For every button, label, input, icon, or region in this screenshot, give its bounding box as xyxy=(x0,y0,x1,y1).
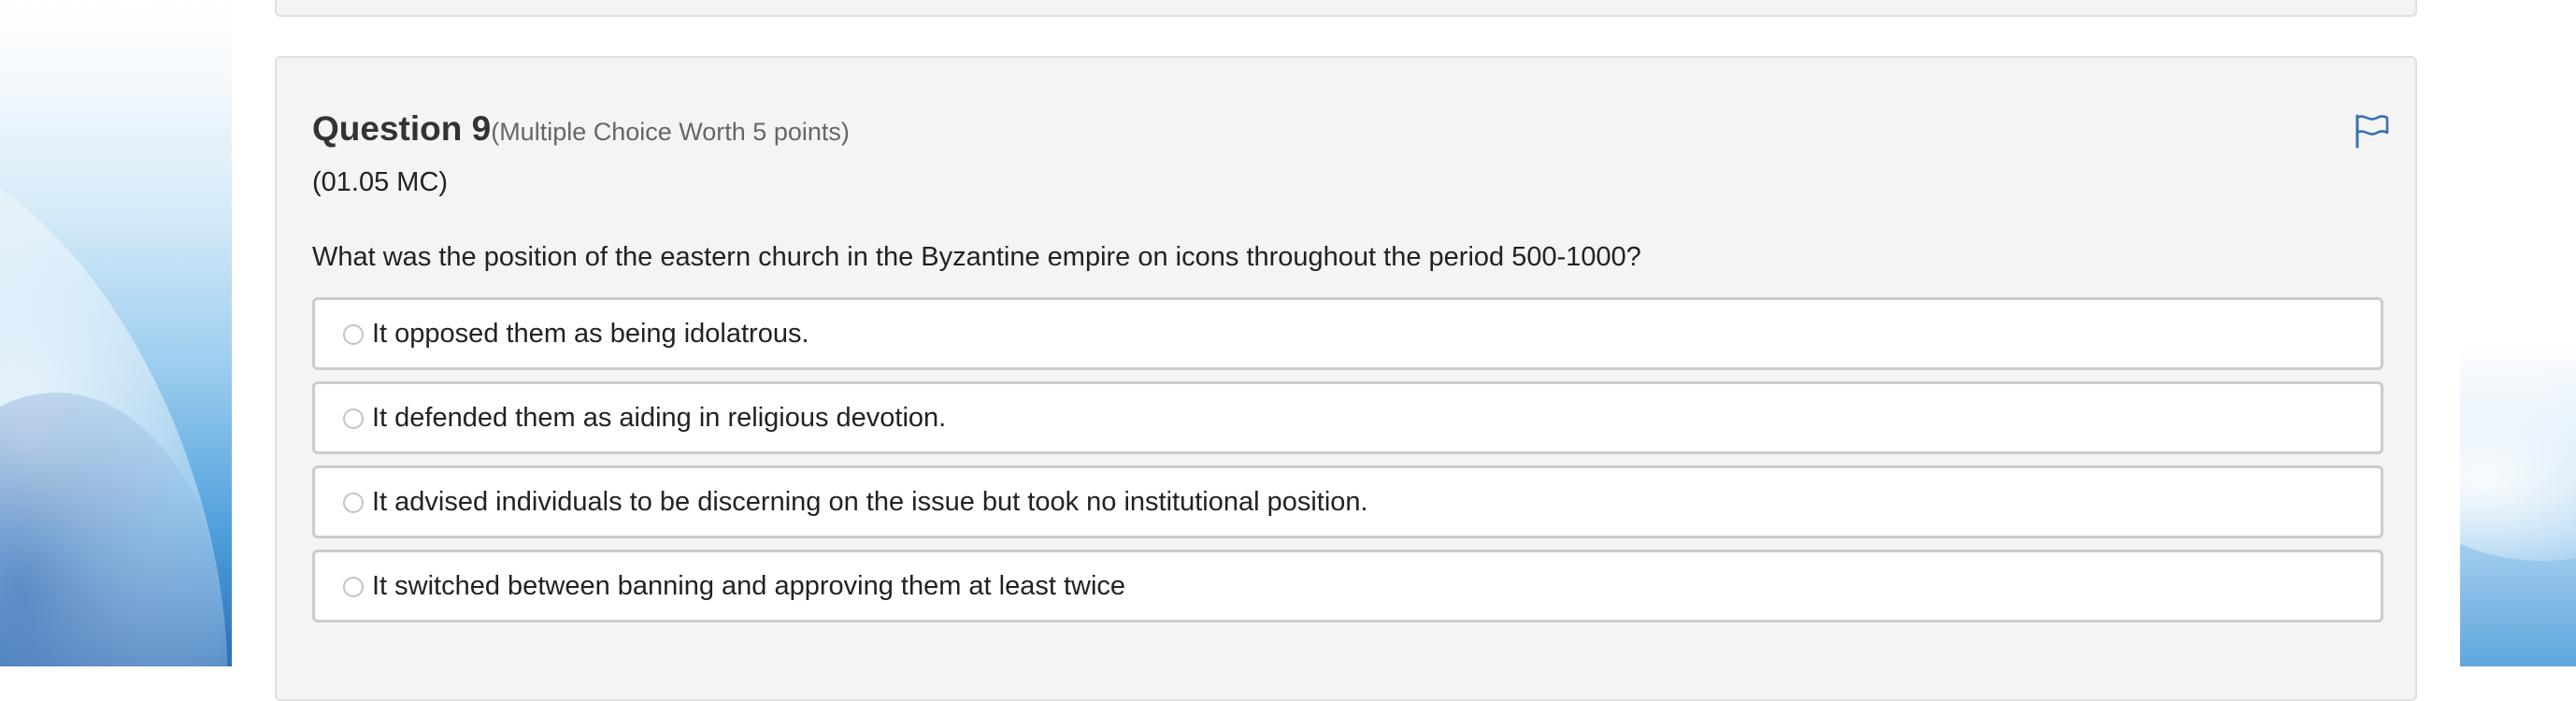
answer-option-label: It opposed them as being idolatrous. xyxy=(372,319,809,349)
answer-option-4[interactable]: It switched between banning and approvin… xyxy=(312,550,2383,622)
flag-question-button[interactable] xyxy=(2354,112,2391,150)
answer-option-2[interactable]: It defended them as aiding in religious … xyxy=(312,381,2383,454)
radio-button[interactable] xyxy=(343,408,364,429)
answer-option-3[interactable]: It advised individuals to be discerning … xyxy=(312,465,2383,538)
question-code: (01.05 MC) xyxy=(312,167,449,197)
radio-button[interactable] xyxy=(343,324,364,345)
answer-option-1[interactable]: It opposed them as being idolatrous. xyxy=(312,297,2383,370)
radio-button[interactable] xyxy=(343,577,364,597)
radio-button[interactable] xyxy=(343,493,364,513)
question-meta: (Multiple Choice Worth 5 points) xyxy=(491,118,850,146)
flag-icon xyxy=(2355,114,2389,149)
page-content: Question 9(Multiple Choice Worth 5 point… xyxy=(232,0,2460,701)
question-card: Question 9(Multiple Choice Worth 5 point… xyxy=(275,56,2417,701)
background-left-decoration xyxy=(0,0,243,666)
previous-question-card xyxy=(275,0,2417,17)
answer-options: It opposed them as being idolatrous. It … xyxy=(312,297,2383,634)
question-prompt: What was the position of the eastern chu… xyxy=(312,242,1641,272)
answer-option-label: It advised individuals to be discerning … xyxy=(372,487,1368,517)
question-title: Question 9 xyxy=(312,109,492,148)
question-header: Question 9(Multiple Choice Worth 5 point… xyxy=(312,109,850,149)
answer-option-label: It defended them as aiding in religious … xyxy=(372,403,947,433)
answer-option-label: It switched between banning and approvin… xyxy=(372,571,1126,601)
